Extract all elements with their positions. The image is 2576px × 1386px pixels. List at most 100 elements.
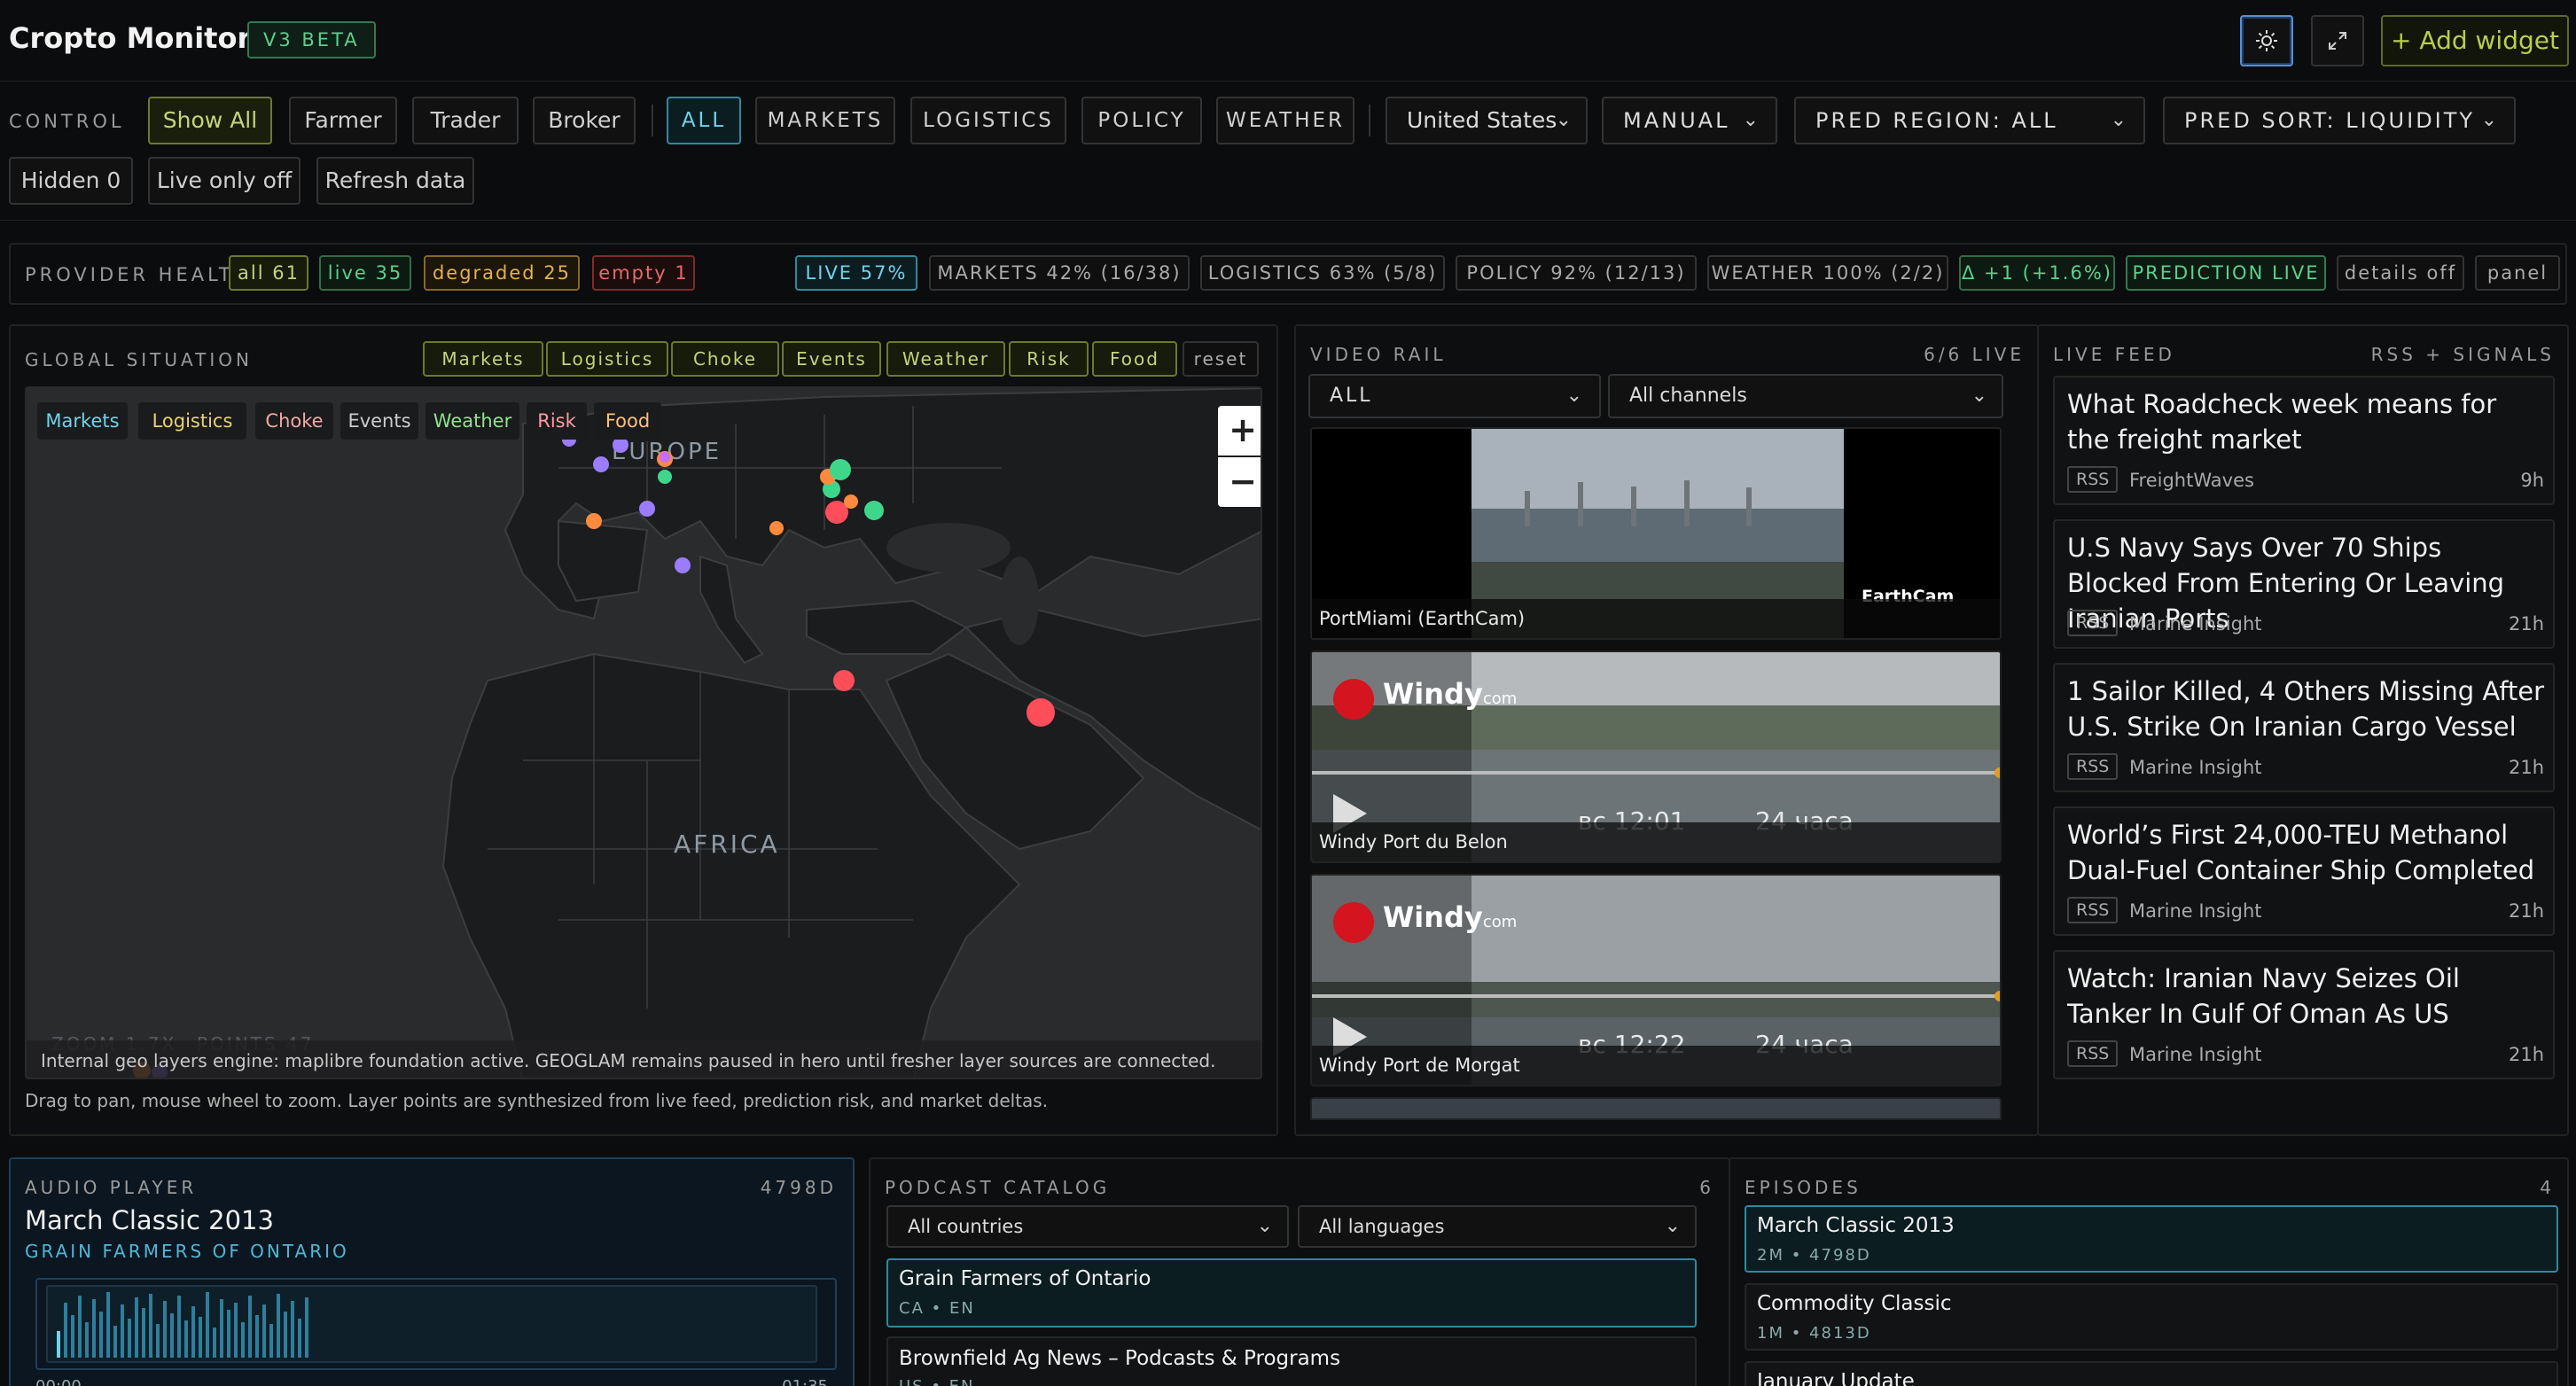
podcast-item[interactable]: Grain Farmers of Ontario CA • EN <box>886 1258 1697 1328</box>
filter-food[interactable]: Food <box>1092 341 1177 377</box>
filter-reset-button[interactable]: reset <box>1183 341 1259 377</box>
add-widget-button[interactable]: + Add widget <box>2381 15 2569 66</box>
podcast-country-select[interactable]: All countries ⌄ <box>886 1205 1289 1248</box>
theme-toggle-button[interactable] <box>2240 15 2293 66</box>
waveform-bar <box>85 1322 89 1358</box>
feed-item-age: 9h <box>2520 470 2544 491</box>
video-channel-select[interactable]: All channels ⌄ <box>1608 374 2003 418</box>
waveform-bar <box>255 1315 259 1358</box>
video-channel-value: All channels <box>1629 385 1747 407</box>
podcast-item[interactable]: Brownfield Ag News – Podcasts & Programs… <box>886 1336 1697 1386</box>
category-markets-button[interactable]: MARKETS <box>755 97 895 144</box>
windy-suffix: com <box>1482 913 1518 931</box>
waveform-bar <box>71 1315 74 1358</box>
expand-icon <box>2329 32 2346 50</box>
episode-meta: 2M • 4798D <box>1757 1246 1871 1265</box>
category-policy-button[interactable]: POLICY <box>1081 97 1202 144</box>
mode-select[interactable]: MANUAL ⌄ <box>1602 97 1777 144</box>
health-empty-chip[interactable]: empty 1 <box>592 255 695 291</box>
video-region-value: ALL <box>1330 385 1373 407</box>
windy-suffix: com <box>1482 689 1518 708</box>
feed-item-source: Marine Insight <box>2129 900 2262 922</box>
divider <box>1369 105 1370 136</box>
waveform-bar <box>57 1331 60 1358</box>
audio-waveform-frame <box>35 1278 837 1370</box>
waveform-bar <box>269 1324 273 1358</box>
feed-item-source: FreightWaves <box>2129 470 2254 491</box>
world-map[interactable]: EUROPE AFRICA Markets Logistics <box>25 386 1262 1079</box>
category-all-button[interactable]: ALL <box>667 97 741 144</box>
legend-events: Events <box>340 402 418 440</box>
video-card-partial[interactable] <box>1310 1097 2002 1120</box>
episode-item[interactable]: Commodity Classic 1M • 4813D <box>1745 1283 2558 1351</box>
fullscreen-button[interactable] <box>2311 15 2364 66</box>
role-farmer-button[interactable]: Farmer <box>289 97 397 144</box>
windy-brand: Windy <box>1383 900 1483 934</box>
episode-item[interactable]: March Classic 2013 2M • 4798D <box>1745 1205 2558 1273</box>
video-card[interactable]: Windycom вс 12:01 24 часа Windy Port du … <box>1310 650 2002 863</box>
feed-item[interactable]: U.S Navy Says Over 70 Ships Blocked From… <box>2053 519 2555 649</box>
role-broker-button[interactable]: Broker <box>533 97 636 144</box>
live-only-toggle[interactable]: Live only off <box>148 157 301 205</box>
hidden-count-button[interactable]: Hidden 0 <box>9 157 133 205</box>
global-situation-title: GLOBAL SITUATION <box>25 349 253 370</box>
episode-item[interactable]: January Update <box>1745 1361 2558 1386</box>
waveform-bar <box>206 1292 209 1358</box>
feed-item[interactable]: 1 Sailor Killed, 4 Others Missing After … <box>2053 663 2555 792</box>
episodes-title: EPISODES <box>1745 1177 1862 1198</box>
waveform-bar <box>64 1303 67 1358</box>
pred-sort-select[interactable]: PRED SORT: LIQUIDITY ⌄ <box>2163 97 2516 144</box>
waveform-bar <box>142 1308 145 1358</box>
feed-item[interactable]: World’s First 24,000-TEU Methanol Dual-F… <box>2053 806 2555 936</box>
feed-item[interactable]: What Roadcheck week means for the freigh… <box>2053 376 2555 505</box>
waveform-bar <box>128 1319 131 1358</box>
feed-item-title: 1 Sailor Killed, 4 Others Missing After … <box>2067 676 2545 742</box>
refresh-data-button[interactable]: Refresh data <box>316 157 474 205</box>
filter-logistics[interactable]: Logistics <box>546 341 668 377</box>
rss-tag: RSS <box>2067 610 2119 636</box>
prediction-live-chip: PREDICTION LIVE <box>2126 255 2326 291</box>
panel-toggle[interactable]: panel <box>2475 255 2560 291</box>
health-degraded-chip[interactable]: degraded 25 <box>424 255 580 291</box>
live-percent-chip: LIVE 57% <box>795 255 917 291</box>
role-trader-button[interactable]: Trader <box>412 97 519 144</box>
health-all-chip[interactable]: all 61 <box>229 255 308 291</box>
details-toggle[interactable]: details off <box>2337 255 2464 291</box>
logistics-health-chip: LOGISTICS 63% (5/8) <box>1200 255 1445 291</box>
category-weather-button[interactable]: WEATHER <box>1216 97 1354 144</box>
health-live-chip[interactable]: live 35 <box>319 255 411 291</box>
category-logistics-button[interactable]: LOGISTICS <box>910 97 1066 144</box>
filter-events[interactable]: Events <box>782 341 881 377</box>
video-card[interactable]: Windycom вс 12:22 24 часа Windy Port de … <box>1310 874 2002 1086</box>
filter-risk[interactable]: Risk <box>1009 341 1089 377</box>
audio-player-panel: AUDIO PLAYER 4798D March Classic 2013 GR… <box>9 1157 855 1386</box>
episode-meta: 1M • 4813D <box>1757 1324 1871 1343</box>
audio-publisher: GRAIN FARMERS OF ONTARIO <box>25 1241 349 1262</box>
country-select[interactable]: United States ⌄ <box>1386 97 1588 144</box>
waveform-bar <box>241 1322 245 1358</box>
provider-health-label: PROVIDER HEALTH <box>25 264 252 285</box>
chevron-down-icon: ⌄ <box>1555 109 1572 131</box>
version-badge: V3 BETA <box>247 21 376 58</box>
role-show-all-button[interactable]: Show All <box>148 97 272 144</box>
feed-item-title: Watch: Iranian Navy Seizes Oil Tanker In… <box>2067 963 2460 1029</box>
video-card[interactable]: EarthCam PortMiami (EarthCam) <box>1310 427 2002 640</box>
podcast-language-select[interactable]: All languages ⌄ <box>1298 1205 1697 1248</box>
zoom-in-button[interactable]: + <box>1218 406 1261 456</box>
video-caption: Windy Port du Belon <box>1312 822 2000 861</box>
waveform-bar <box>184 1320 188 1358</box>
feed-item[interactable]: Watch: Iranian Navy Seizes Oil Tanker In… <box>2053 950 2555 1079</box>
filter-markets[interactable]: Markets <box>423 341 543 377</box>
zoom-out-button[interactable]: − <box>1218 457 1261 507</box>
filter-choke[interactable]: Choke <box>671 341 779 377</box>
podcast-language-value: All languages <box>1319 1216 1445 1237</box>
video-region-select[interactable]: ALL ⌄ <box>1308 374 1601 418</box>
pred-region-select[interactable]: PRED REGION: ALL ⌄ <box>1794 97 2145 144</box>
podcast-name: Brownfield Ag News – Podcasts & Programs <box>899 1347 1341 1370</box>
map-label-africa: AFRICA <box>674 829 780 859</box>
filter-weather[interactable]: Weather <box>886 341 1005 377</box>
audio-waveform[interactable] <box>46 1285 817 1363</box>
live-feed-subtitle: RSS + SIGNALS <box>2370 344 2555 365</box>
waveform-bar <box>262 1304 266 1358</box>
chevron-down-icon: ⌄ <box>1664 1215 1681 1237</box>
